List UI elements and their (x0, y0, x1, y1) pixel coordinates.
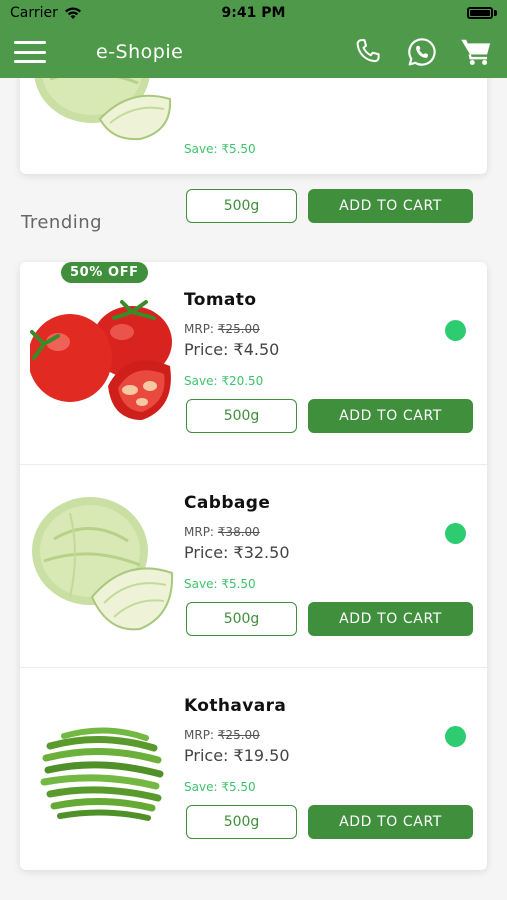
weight-select-button[interactable]: 500g (186, 189, 297, 223)
mrp-value: ₹25.00 (217, 322, 260, 336)
availability-dot (445, 523, 466, 544)
mrp-value: ₹25.00 (217, 728, 260, 742)
availability-dot (445, 320, 466, 341)
carrier-label: Carrier (10, 5, 58, 21)
product-name: Kothavara (184, 696, 287, 716)
appbar-actions (351, 35, 493, 69)
mrp-text: MRP: ₹25.00 (184, 728, 260, 742)
price-text: Price: ₹32.50 (184, 543, 290, 562)
mrp-value: ₹38.00 (217, 525, 260, 539)
save-text: Save: ₹20.50 (184, 374, 264, 388)
app-title: e-Shopie (96, 41, 184, 63)
status-left: Carrier (10, 5, 82, 21)
price-text: Price: ₹19.50 (184, 746, 290, 765)
list-item[interactable]: Cabbage MRP: ₹38.00 Price: ₹32.50 Save: … (20, 465, 487, 668)
product-image-cabbage (30, 78, 175, 144)
add-to-cart-button[interactable]: ADD TO CART (308, 189, 473, 223)
list-item: Save: ₹5.50 500g ADD TO CART (20, 78, 487, 223)
weight-select-button[interactable]: 500g (186, 805, 297, 839)
product-name: Cabbage (184, 493, 271, 513)
discount-badge: 50% OFF (61, 262, 148, 283)
mrp-label: MRP: (184, 728, 218, 742)
wifi-icon (64, 7, 81, 19)
partial-product-card: Save: ₹5.50 500g ADD TO CART (20, 78, 487, 223)
trending-card: 50% OFF Tomato MRP: ₹25.00 Price: ₹4.50 … (20, 262, 487, 870)
list-item[interactable]: 50% OFF Tomato MRP: ₹25.00 Price: ₹4.50 … (20, 262, 487, 465)
battery-icon (467, 7, 497, 19)
product-name: Tomato (184, 290, 257, 310)
list-item[interactable]: Kothavara MRP: ₹25.00 Price: ₹19.50 Save… (20, 668, 487, 871)
cart-icon[interactable] (459, 35, 493, 69)
add-to-cart-button[interactable]: ADD TO CART (308, 602, 473, 636)
add-to-cart-button[interactable]: ADD TO CART (308, 399, 473, 433)
save-text: Save: ₹5.50 (184, 577, 256, 591)
price-text: Price: ₹4.50 (184, 340, 280, 359)
product-image-cabbage (30, 493, 175, 638)
mrp-text: MRP: ₹25.00 (184, 322, 260, 336)
content-scroll[interactable]: Save: ₹5.50 500g ADD TO CART Trending 50… (0, 78, 507, 900)
status-bar: Carrier 9:41 PM (0, 0, 507, 26)
product-image-tomato (28, 290, 175, 435)
phone-icon[interactable] (351, 35, 385, 69)
save-text: Save: ₹5.50 (184, 142, 256, 156)
menu-icon[interactable] (14, 41, 46, 63)
save-text: Save: ₹5.50 (184, 780, 256, 794)
section-title: Trending (21, 212, 103, 233)
app-bar: e-Shopie (0, 26, 507, 78)
mrp-label: MRP: (184, 525, 218, 539)
availability-dot (445, 726, 466, 747)
weight-select-button[interactable]: 500g (186, 602, 297, 636)
weight-select-button[interactable]: 500g (186, 399, 297, 433)
product-image-beans (30, 696, 175, 841)
mrp-text: MRP: ₹38.00 (184, 525, 260, 539)
mrp-label: MRP: (184, 322, 218, 336)
whatsapp-icon[interactable] (405, 35, 439, 69)
add-to-cart-button[interactable]: ADD TO CART (308, 805, 473, 839)
